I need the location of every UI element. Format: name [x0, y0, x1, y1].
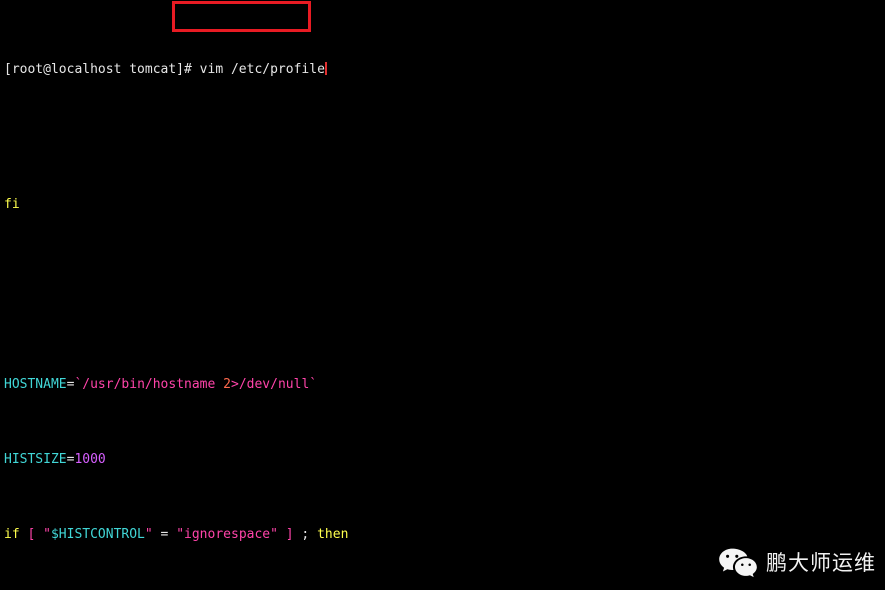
string-hostname-a: `/usr/bin/hostname [74, 377, 224, 392]
number-1000: 1000 [74, 452, 106, 467]
code-line-histsize: HISTSIZE=1000 [4, 452, 881, 467]
var-histsize: HISTSIZE [4, 452, 67, 467]
quote-close: " [144, 527, 153, 542]
quote-open: " [43, 527, 51, 542]
var-hostname: HOSTNAME [4, 377, 67, 392]
wechat-icon [718, 547, 758, 579]
semicolon: ; [293, 527, 318, 542]
keyword-fi: fi [4, 197, 20, 212]
prompt-line: [root@localhost tomcat]# vim /etc/profil… [4, 62, 881, 77]
string-ignorespace: "ignorespace" [176, 527, 278, 542]
bracket-close: ] [285, 527, 294, 542]
keyword-then: then [317, 527, 349, 542]
terminal-output: [root@localhost tomcat]# vim /etc/profil… [4, 2, 881, 590]
watermark: 鹏大师运维 [718, 547, 876, 579]
watermark-text: 鹏大师运维 [766, 550, 876, 575]
code-line-fi-1: fi [4, 197, 881, 212]
string-hostname-b: >/dev/null` [231, 377, 318, 392]
var-histcontrol-ref: $HISTCONTROL [50, 527, 145, 542]
terminal-screen: [root@localhost tomcat]# vim /etc/profil… [0, 0, 885, 590]
code-line-hostname: HOSTNAME=`/usr/bin/hostname 2>/dev/null` [4, 377, 881, 392]
text-cursor [324, 62, 327, 75]
number-fd-2: 2 [223, 377, 231, 392]
keyword-if: if [4, 527, 20, 542]
code-line-if-histcontrol: if [ "$HISTCONTROL" = "ignorespace" ] ; … [4, 527, 881, 542]
typed-command[interactable]: vim /etc/profile [192, 62, 325, 77]
prompt-user-host: [root@localhost tomcat]# [4, 62, 192, 77]
